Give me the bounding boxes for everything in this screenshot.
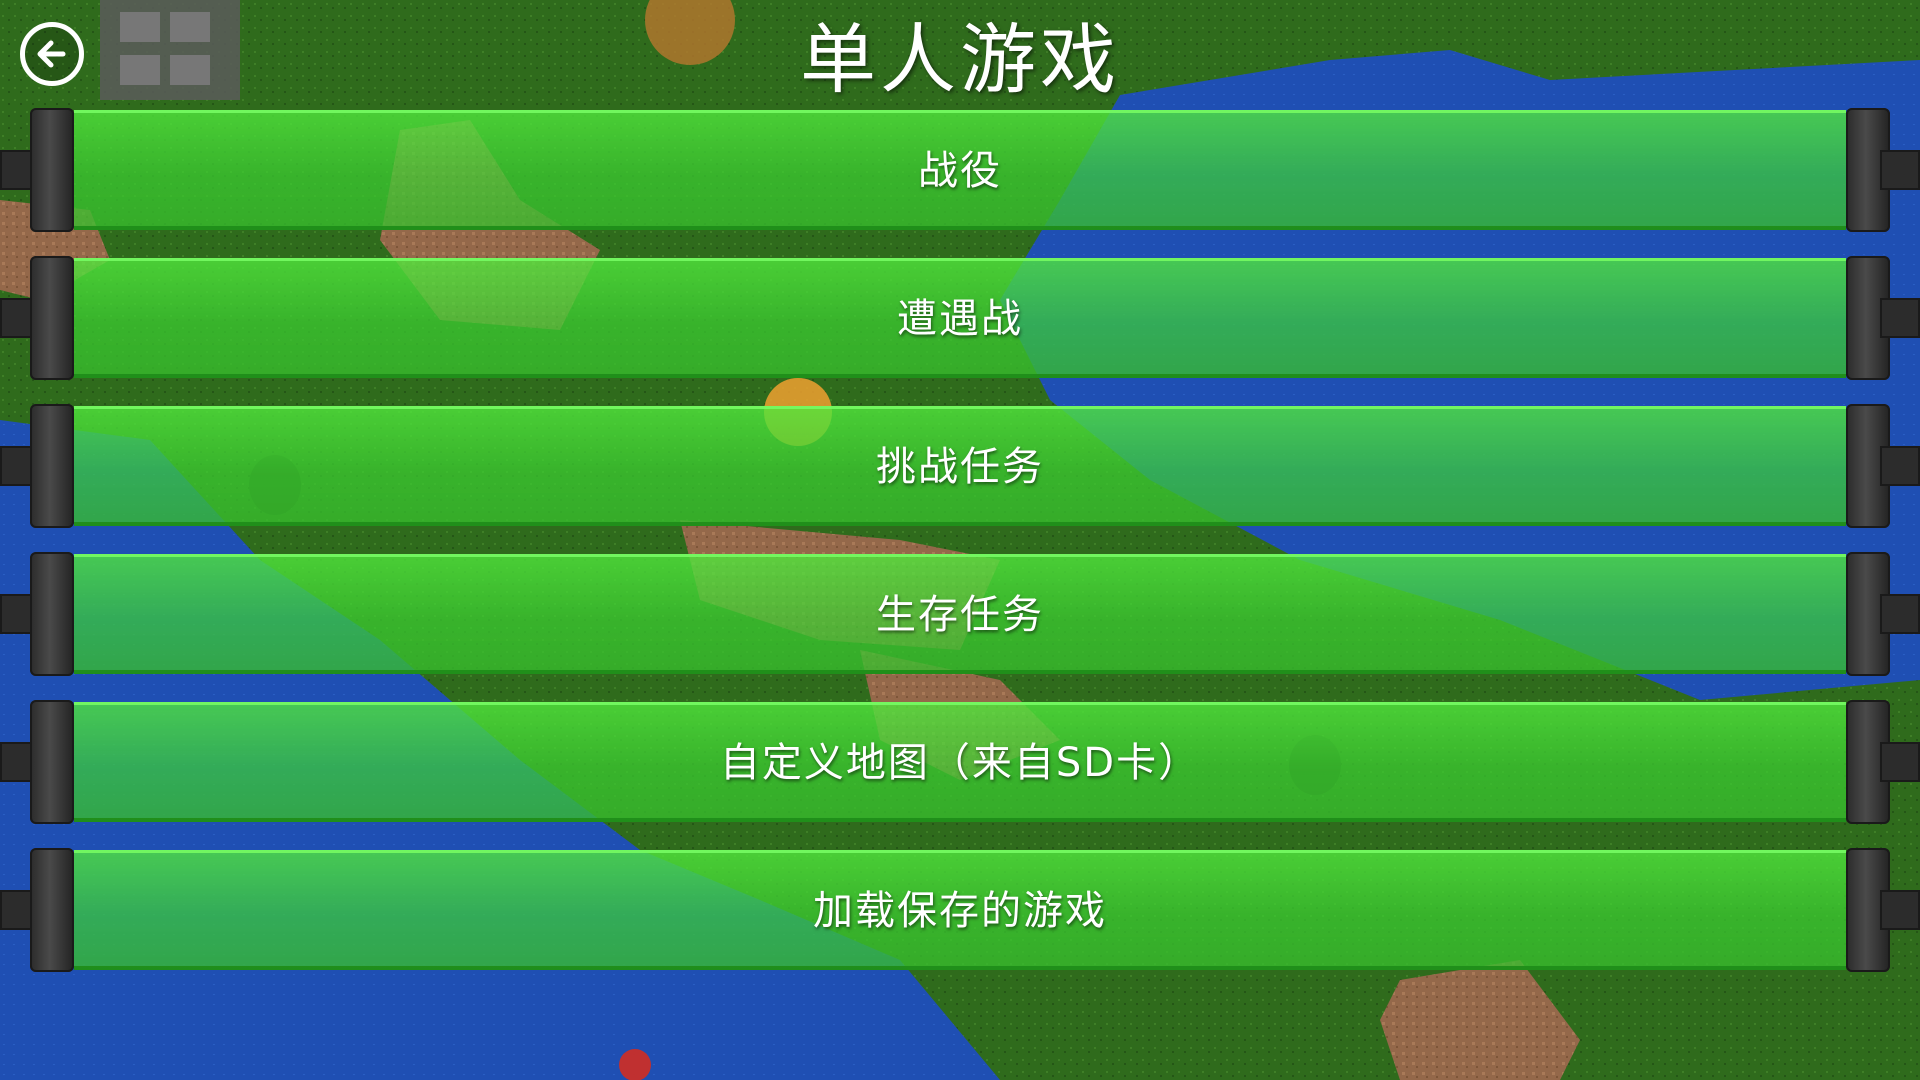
rail-stub-right <box>1880 150 1920 190</box>
rail-stub-right <box>1880 594 1920 634</box>
page-title: 单人游戏 <box>800 15 1120 104</box>
rail-left <box>30 848 74 972</box>
custom-map-button[interactable]: 自定义地图（来自SD卡） <box>74 702 1846 822</box>
menu-item-skirmish[interactable]: 遭遇战 <box>0 256 1920 384</box>
rail-left <box>30 552 74 676</box>
rail-left <box>30 404 74 528</box>
rail-stub-right <box>1880 298 1920 338</box>
menu-item-label: 自定义地图（来自SD卡） <box>719 740 1201 786</box>
menu-item-survival[interactable]: 生存任务 <box>0 552 1920 680</box>
menu-item-label: 战役 <box>918 148 1002 194</box>
skirmish-button[interactable]: 遭遇战 <box>74 258 1846 378</box>
menu-item-label: 生存任务 <box>876 592 1044 638</box>
menu-item-label: 遭遇战 <box>897 296 1023 342</box>
campaign-button[interactable]: 战役 <box>74 110 1846 230</box>
game-screen: 单人游戏 战役 遭遇战 挑战任务 生存任务 自定义地图（来自SD卡） 加载保存的… <box>0 0 1920 1080</box>
single-player-menu: 战役 遭遇战 挑战任务 生存任务 自定义地图（来自SD卡） 加载保存的游戏 <box>0 108 1920 978</box>
rail-stub-right <box>1880 742 1920 782</box>
menu-item-custom-map[interactable]: 自定义地图（来自SD卡） <box>0 700 1920 828</box>
menu-item-load-game[interactable]: 加载保存的游戏 <box>0 848 1920 976</box>
rail-left <box>30 700 74 824</box>
menu-item-label: 挑战任务 <box>876 444 1044 490</box>
rail-left <box>30 108 74 232</box>
rail-stub-right <box>1880 446 1920 486</box>
menu-item-label: 加载保存的游戏 <box>813 888 1107 934</box>
menu-item-challenge[interactable]: 挑战任务 <box>0 404 1920 532</box>
survival-missions-button[interactable]: 生存任务 <box>74 554 1846 674</box>
load-saved-game-button[interactable]: 加载保存的游戏 <box>74 850 1846 970</box>
rail-stub-right <box>1880 890 1920 930</box>
menu-item-campaign[interactable]: 战役 <box>0 108 1920 236</box>
rail-left <box>30 256 74 380</box>
challenge-missions-button[interactable]: 挑战任务 <box>74 406 1846 526</box>
